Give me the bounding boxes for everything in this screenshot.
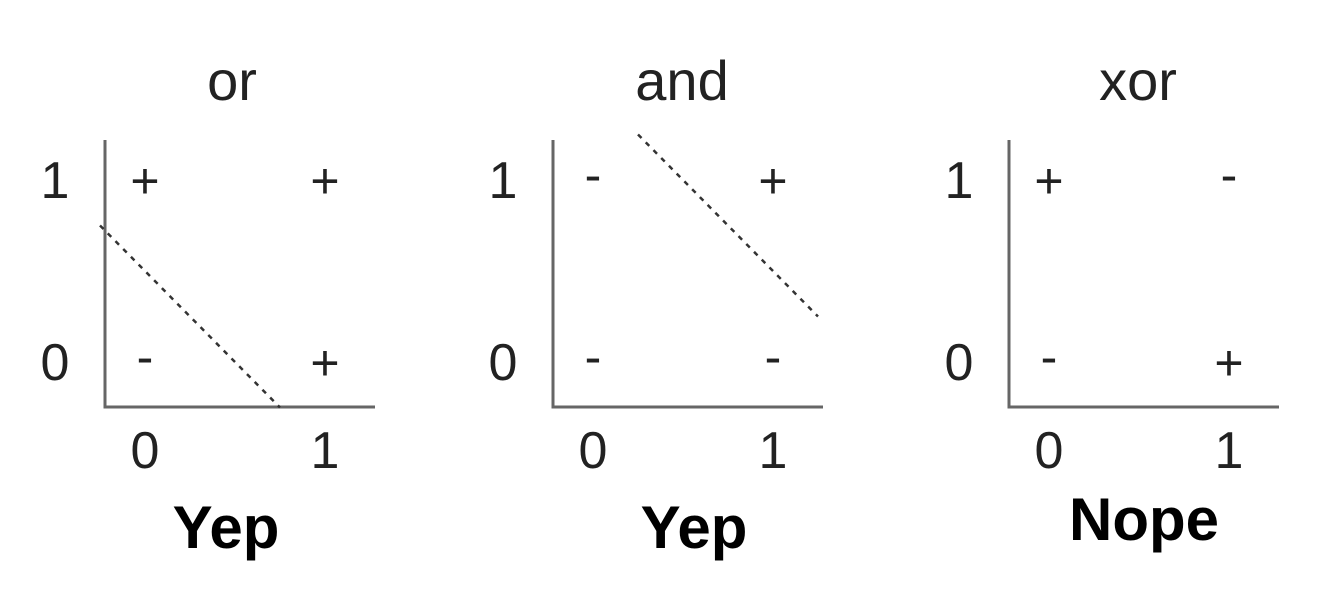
y-tick-or-0: 0 bbox=[41, 334, 70, 392]
y-tick-xor-0: 0 bbox=[945, 334, 974, 392]
panel-title-or: or bbox=[207, 49, 257, 112]
y-tick-and-0: 0 bbox=[489, 334, 518, 392]
x-tick-and-1: 1 bbox=[759, 422, 788, 480]
point-xor-1-1: - bbox=[1221, 147, 1238, 203]
x-tick-xor-1: 1 bbox=[1215, 422, 1244, 480]
x-tick-or-1: 1 bbox=[311, 422, 340, 480]
point-or-1-0: + bbox=[310, 335, 339, 391]
y-tick-and-1: 1 bbox=[489, 152, 518, 210]
separator-line-and bbox=[637, 133, 819, 318]
point-or-0-1: + bbox=[130, 153, 159, 209]
verdict-xor: Nope bbox=[1069, 486, 1219, 553]
y-tick-or-1: 1 bbox=[41, 152, 70, 210]
point-xor-1-0: + bbox=[1214, 335, 1243, 391]
point-or-0-0: - bbox=[137, 329, 154, 385]
x-tick-xor-0: 0 bbox=[1035, 422, 1064, 480]
x-tick-or-0: 0 bbox=[131, 422, 160, 480]
separator-line-or bbox=[99, 224, 281, 409]
logic-gates-diagram: or 0 1 0 1 + + - + Yep and 0 1 0 1 - + - - Yep xor 0 1 0 1 + - - + No… bbox=[41, 49, 1279, 561]
point-and-0-0: - bbox=[585, 329, 602, 385]
point-xor-0-0: - bbox=[1041, 329, 1058, 385]
panel-title-xor: xor bbox=[1099, 49, 1177, 112]
point-or-1-1: + bbox=[310, 153, 339, 209]
verdict-and: Yep bbox=[641, 494, 748, 561]
point-and-0-1: - bbox=[585, 147, 602, 203]
panel-title-and: and bbox=[635, 49, 728, 112]
x-tick-and-0: 0 bbox=[579, 422, 608, 480]
point-and-1-0: - bbox=[765, 329, 782, 385]
point-and-1-1: + bbox=[758, 153, 787, 209]
y-tick-xor-1: 1 bbox=[945, 152, 974, 210]
point-xor-0-1: + bbox=[1034, 153, 1063, 209]
verdict-or: Yep bbox=[173, 494, 280, 561]
